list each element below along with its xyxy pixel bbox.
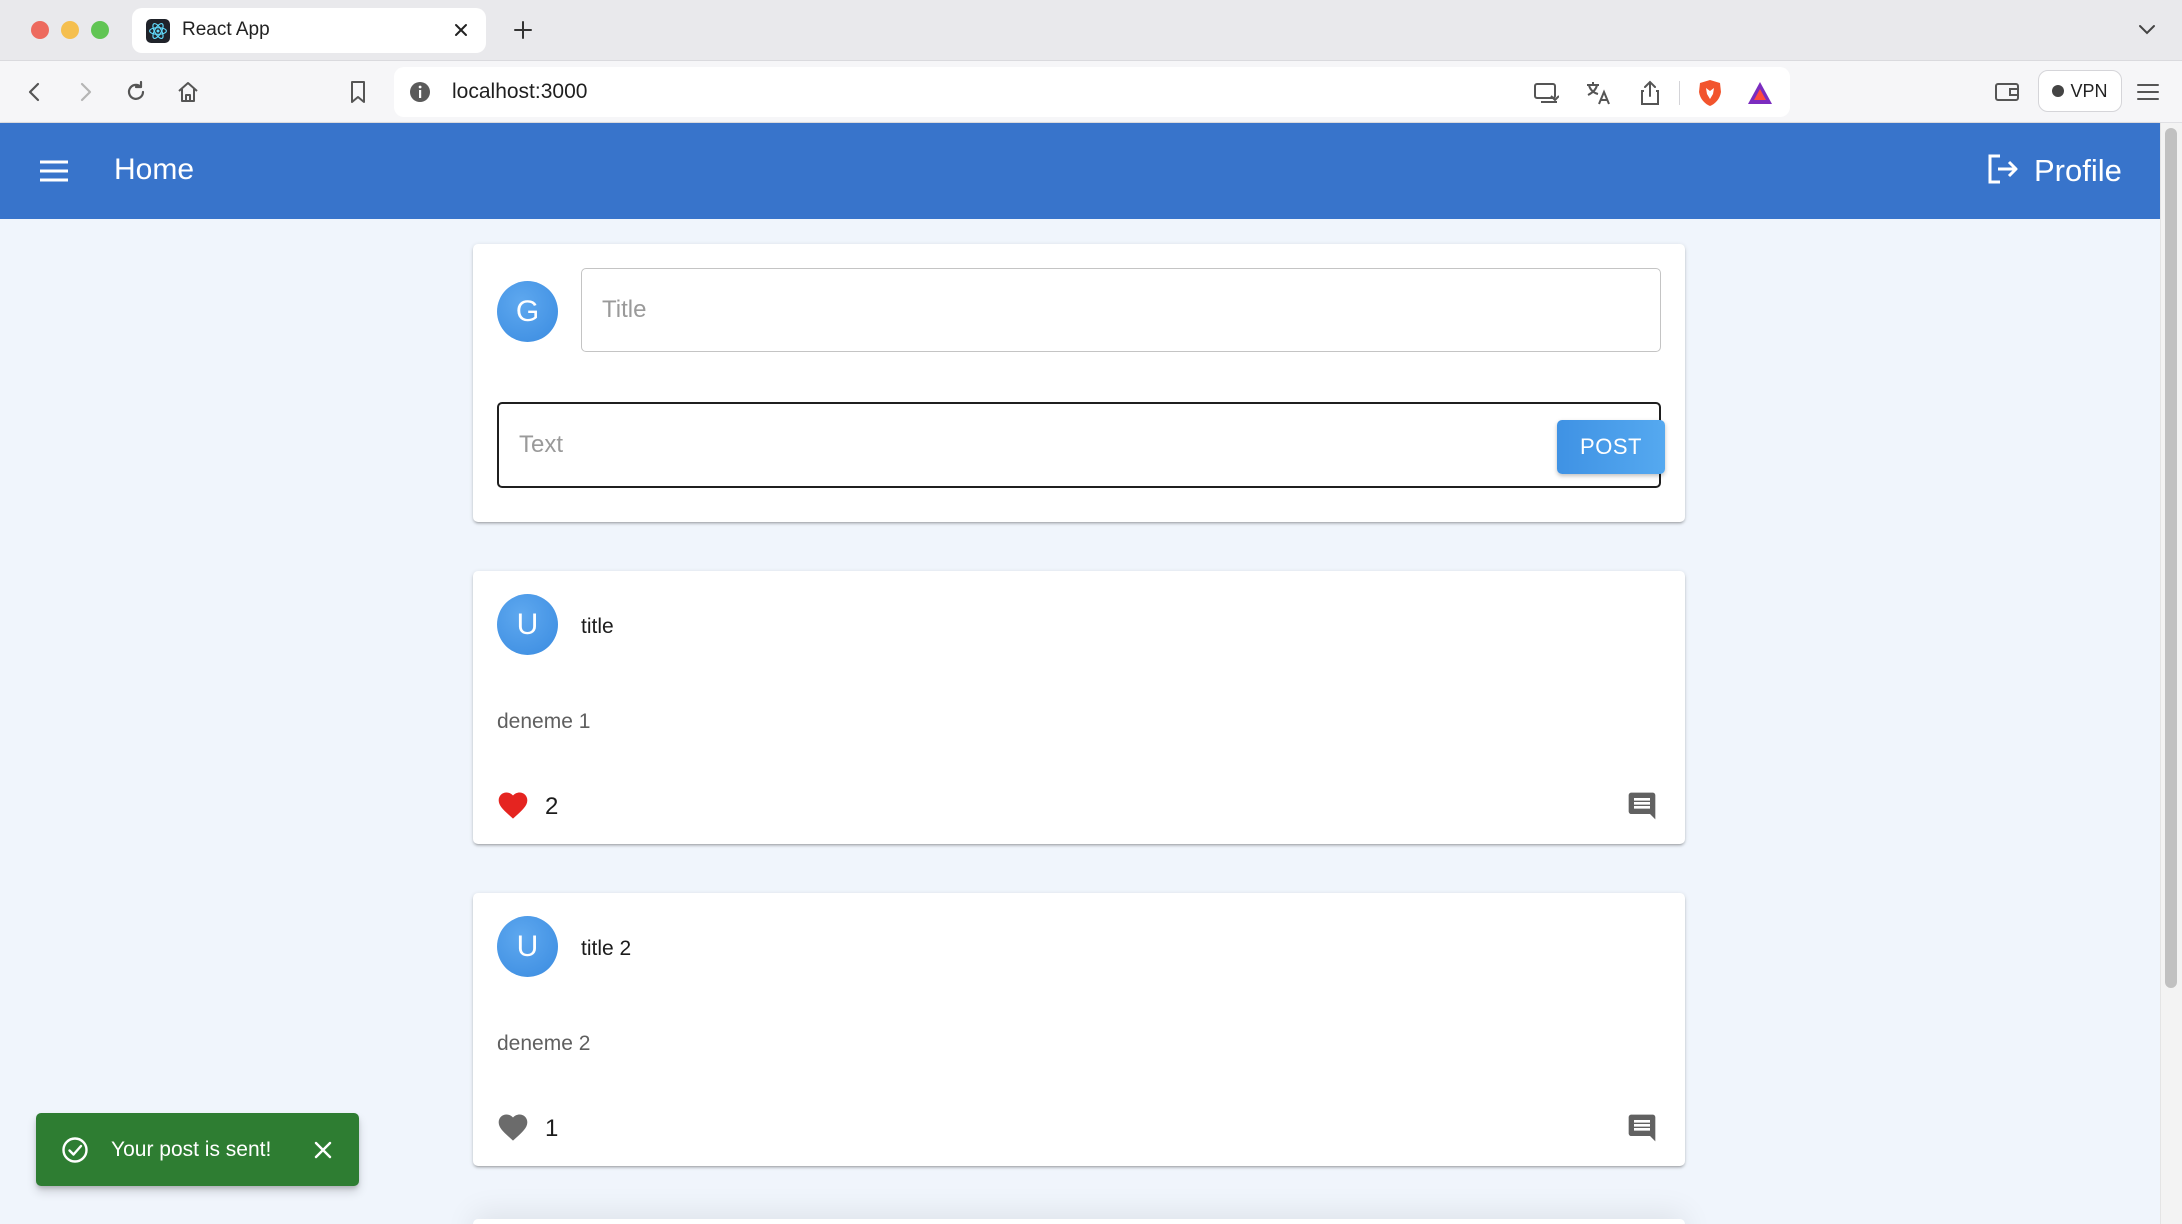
avatar: U <box>497 916 558 977</box>
home-icon[interactable] <box>171 75 205 109</box>
comment-icon <box>1626 790 1658 827</box>
vpn-label: VPN <box>2070 80 2108 101</box>
profile-button[interactable]: Profile <box>1986 149 2122 193</box>
tab-list-chevron-down-icon[interactable] <box>2134 17 2160 43</box>
address-divider <box>1679 81 1680 105</box>
post-text: deneme 2 <box>497 1032 591 1055</box>
vpn-status-dot <box>2052 85 2065 97</box>
minimize-window-button[interactable] <box>61 21 79 39</box>
title-field[interactable] <box>581 268 1661 352</box>
avatar: U <box>497 594 558 655</box>
address-bar[interactable]: localhost:3000 <box>394 67 1790 117</box>
tab-title: React App <box>182 19 270 40</box>
post-title: title <box>581 615 614 638</box>
text-input[interactable] <box>499 404 1519 486</box>
profile-label: Profile <box>2034 153 2122 188</box>
reload-icon[interactable] <box>119 75 153 109</box>
comment-button[interactable] <box>1623 1111 1661 1149</box>
post-card: U title deneme 1 2 <box>473 571 1685 844</box>
avatar: G <box>497 281 558 342</box>
react-favicon-icon <box>146 19 170 43</box>
text-field[interactable]: POST <box>497 402 1665 488</box>
check-circle-icon <box>60 1135 90 1165</box>
browser-toolbar: localhost:3000 VPN <box>0 61 2182 123</box>
like-button[interactable] <box>493 787 533 827</box>
brave-rewards-icon[interactable] <box>1744 77 1776 109</box>
browser-tab[interactable]: React App <box>132 8 486 53</box>
post-card: U title 2 deneme 2 1 <box>473 893 1685 1166</box>
vpn-button[interactable]: VPN <box>2038 70 2122 112</box>
heart-icon <box>496 790 530 825</box>
browser-menu-icon[interactable] <box>2131 75 2165 109</box>
logout-icon <box>1986 152 2020 191</box>
snackbar-message: Your post is sent! <box>111 1138 272 1161</box>
post-title: title 2 <box>581 937 632 960</box>
snackbar-close-icon[interactable] <box>308 1135 338 1165</box>
tab-close-icon[interactable] <box>448 17 474 43</box>
back-icon[interactable] <box>18 75 52 109</box>
browser-tab-bar: React App <box>0 0 2182 61</box>
like-count: 2 <box>545 793 559 820</box>
new-tab-plus-icon[interactable] <box>508 15 538 45</box>
scrollbar-thumb[interactable] <box>2165 128 2177 988</box>
like-button[interactable] <box>493 1109 533 1149</box>
title-input[interactable] <box>582 269 1660 351</box>
page-content: G POST U title deneme 1 2 U title 2 dene… <box>0 219 2160 1224</box>
translate-icon[interactable] <box>1582 77 1614 109</box>
hamburger-menu-icon[interactable] <box>34 151 74 191</box>
forward-icon[interactable] <box>68 75 102 109</box>
wallet-icon[interactable] <box>1990 75 2024 109</box>
post-card-partial <box>473 1219 1685 1224</box>
comment-icon <box>1626 1112 1658 1149</box>
heart-icon <box>496 1112 530 1147</box>
post-composer-card: G POST <box>473 244 1685 522</box>
app-bar: Home Profile <box>0 123 2160 219</box>
brave-shield-icon[interactable] <box>1694 77 1726 109</box>
comment-button[interactable] <box>1623 789 1661 827</box>
app-title[interactable]: Home <box>114 153 194 187</box>
url-text: localhost:3000 <box>452 80 588 103</box>
post-button[interactable]: POST <box>1557 420 1665 474</box>
close-window-button[interactable] <box>31 21 49 39</box>
maximize-window-button[interactable] <box>91 21 109 39</box>
cast-icon[interactable] <box>1530 77 1562 109</box>
site-info-icon[interactable] <box>408 80 432 104</box>
success-snackbar: Your post is sent! <box>36 1113 359 1186</box>
bookmark-icon[interactable] <box>341 75 375 109</box>
post-text: deneme 1 <box>497 710 591 733</box>
like-count: 1 <box>545 1115 559 1142</box>
share-icon[interactable] <box>1634 77 1666 109</box>
